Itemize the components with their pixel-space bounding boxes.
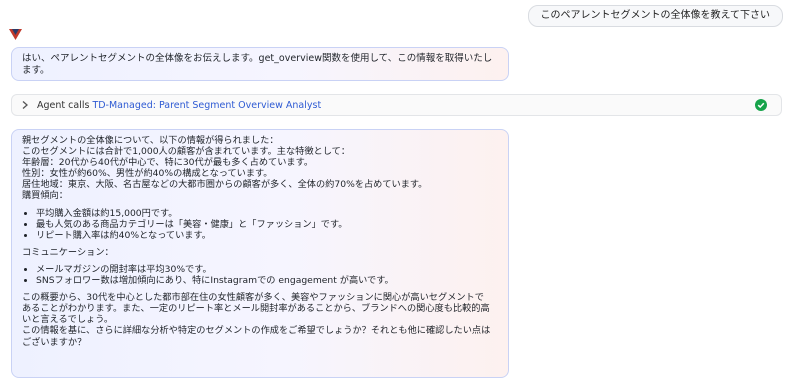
summary-line: 購買傾向：	[22, 190, 68, 202]
summary-line: 居住地域：東京、大阪、名古屋などの大都市圏からの顧客が多く、全体の約70%を占め…	[22, 179, 428, 191]
summary-line: 性別：女性が約60%、男性が約40%の構成となっています。	[22, 168, 273, 180]
tool-call-prefix: Agent calls	[37, 100, 93, 111]
agent-intro-message: はい、ペアレントセグメントの全体像をお伝えします。get_overview関数を…	[11, 47, 509, 81]
communication-list: メールマガジンの開封率は平均30%です。 SNSフォロワー数は増加傾向にあり、特…	[22, 264, 498, 286]
summary-line: このセグメントには合計で1,000人の顧客が含まれています。主な特徴として：	[22, 146, 351, 158]
chevron-right-icon[interactable]	[20, 100, 30, 110]
tool-call-row[interactable]: Agent calls TD-Managed: Parent Segment O…	[11, 94, 782, 116]
list-item: 平均購入金額は約15,000円です。	[36, 208, 498, 219]
communication-heading: コミュニケーション：	[22, 246, 114, 258]
summary-line: 年齢層：20代から40代が中心で、特に30代が最も多く占めています。	[22, 157, 314, 169]
agent-response-message: 親セグメントの全体像について、以下の情報が得られました： このセグメントには合計…	[11, 129, 509, 378]
user-message-bubble: このペアレントセグメントの全体像を教えて下さい	[527, 5, 783, 27]
closing-line: この概要から、30代を中心とした都市部在住の女性顧客が多く、美容やファッションに…	[22, 292, 484, 304]
closing-line: ございますか？	[22, 336, 87, 348]
list-item: リピート購入率は約40%となっています。	[36, 230, 498, 241]
tool-call-label[interactable]: Agent calls TD-Managed: Parent Segment O…	[37, 95, 321, 116]
list-item: メールマガジンの開封率は平均30%です。	[36, 264, 498, 275]
purchase-list: 平均購入金額は約15,000円です。 最も人気のある商品カテゴリーは「美容・健康…	[22, 208, 498, 241]
check-circle-icon	[755, 99, 767, 111]
summary-line: 親セグメントの全体像について、以下の情報が得られました：	[22, 135, 279, 146]
closing-line: この情報を基に、さらに詳細な分析や特定のセグメントの作成をご希望でしょうか？それ…	[22, 325, 491, 337]
list-item: 最も人気のある商品カテゴリーは「美容・健康」と「ファッション」です。	[36, 219, 498, 230]
closing-line: あることがわかります。また、一定のリピート率とメール開封率があることから、ブラン…	[22, 303, 490, 315]
agent-avatar-icon	[9, 29, 22, 40]
list-item: SNSフォロワー数は増加傾向にあり、特にInstagramでの engageme…	[36, 275, 498, 286]
tool-call-name[interactable]: TD-Managed: Parent Segment Overview Anal…	[92, 100, 321, 111]
closing-line: いと言えるでしょう。	[22, 314, 114, 326]
